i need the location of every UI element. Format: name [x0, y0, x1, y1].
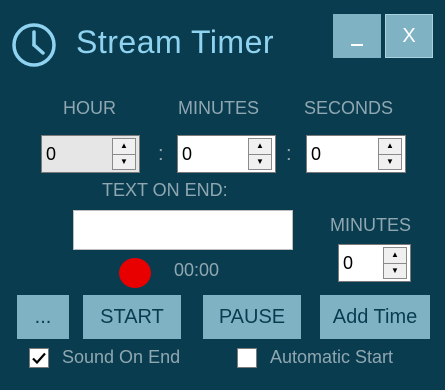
window-title: Stream Timer: [76, 24, 275, 60]
add-time-button[interactable]: Add Time: [320, 295, 430, 339]
minimize-button[interactable]: [333, 14, 381, 58]
up-arrow-icon[interactable]: ▲: [384, 248, 406, 263]
time-separator: :: [158, 143, 164, 165]
add-minutes-stepper-arrows: ▲ ▼: [383, 247, 407, 279]
seconds-input[interactable]: [307, 136, 378, 172]
hour-stepper[interactable]: ▲ ▼: [41, 135, 140, 173]
seconds-stepper-arrows: ▲ ▼: [378, 138, 402, 170]
hour-input[interactable]: [42, 136, 112, 172]
up-arrow-icon[interactable]: ▲: [379, 139, 401, 154]
time-separator: :: [286, 143, 292, 165]
minutes-stepper-arrows: ▲ ▼: [248, 138, 272, 170]
up-arrow-icon[interactable]: ▲: [113, 139, 135, 154]
add-minutes-input[interactable]: [339, 245, 383, 281]
text-on-end-input[interactable]: [73, 210, 293, 250]
hour-stepper-arrows: ▲ ▼: [112, 138, 136, 170]
add-minutes-stepper[interactable]: ▲ ▼: [338, 244, 411, 282]
close-button[interactable]: X: [385, 14, 433, 58]
minutes-input[interactable]: [178, 136, 248, 172]
pause-button[interactable]: PAUSE: [203, 295, 301, 339]
record-indicator-icon: [119, 258, 151, 288]
minutes-stepper[interactable]: ▲ ▼: [177, 135, 276, 173]
automatic-start-checkbox[interactable]: [237, 348, 257, 368]
text-on-end-label: TEXT ON END:: [102, 180, 228, 200]
elapsed-time: 00:00: [174, 260, 220, 280]
add-minutes-label: MINUTES: [330, 215, 411, 235]
seconds-label: SECONDS: [304, 98, 394, 118]
down-arrow-icon[interactable]: ▼: [379, 153, 401, 170]
sound-on-end-checkbox[interactable]: [29, 348, 49, 368]
down-arrow-icon[interactable]: ▼: [249, 153, 271, 170]
more-options-button[interactable]: ...: [17, 295, 69, 339]
automatic-start-label: Automatic Start: [270, 347, 394, 367]
hour-label: HOUR: [63, 98, 116, 118]
start-button[interactable]: START: [83, 295, 181, 339]
minutes-label: MINUTES: [178, 98, 259, 118]
down-arrow-icon[interactable]: ▼: [113, 153, 135, 170]
down-arrow-icon[interactable]: ▼: [384, 262, 406, 279]
stream-timer-window: Stream Timer X HOUR MINUTES SECONDS ▲ ▼ …: [0, 0, 445, 390]
up-arrow-icon[interactable]: ▲: [249, 139, 271, 154]
clock-icon: [12, 23, 56, 67]
seconds-stepper[interactable]: ▲ ▼: [306, 135, 406, 173]
sound-on-end-label: Sound On End: [62, 347, 181, 367]
checkmark-icon: [32, 352, 46, 365]
minimize-icon: [351, 44, 363, 46]
